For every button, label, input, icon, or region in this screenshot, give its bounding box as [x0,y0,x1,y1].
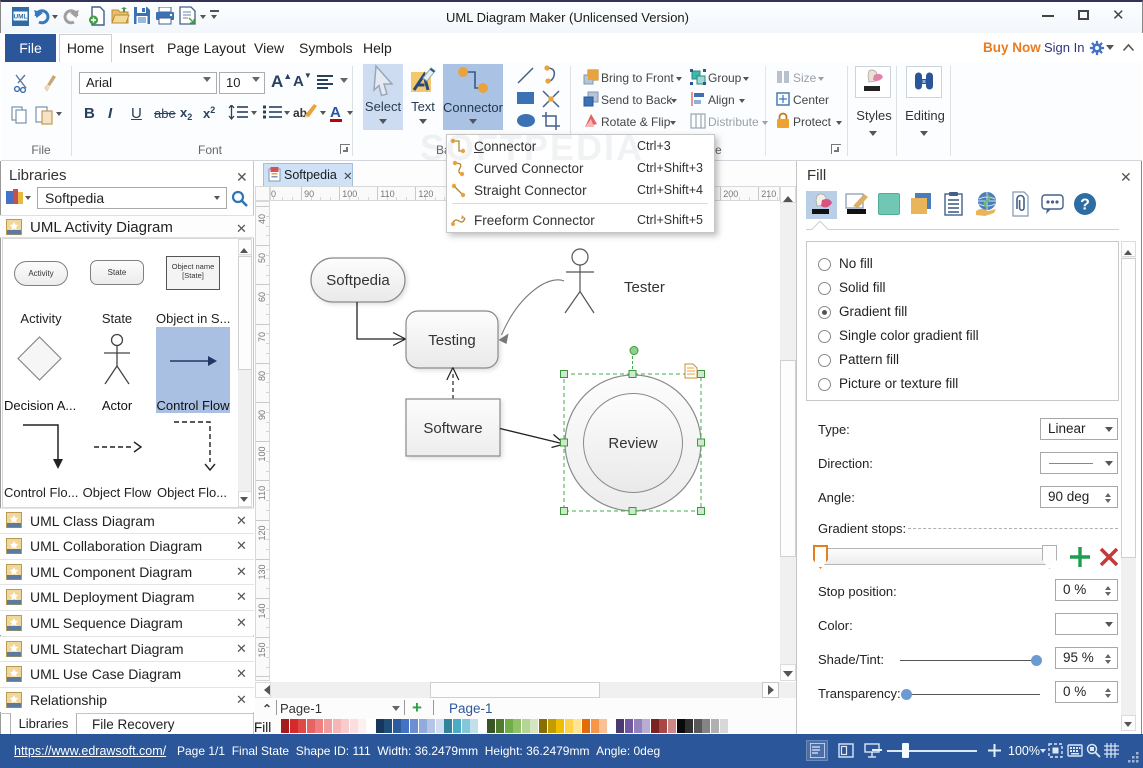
svg-text:Review: Review [608,435,657,452]
svg-text:Softpedia: Softpedia [326,272,390,289]
svg-text:?: ? [1080,197,1090,214]
svg-text:Testing: Testing [428,332,476,349]
svg-text:UML: UML [13,14,27,21]
svg-text:Tester: Tester [624,279,665,296]
svg-text:Software: Software [423,420,482,437]
